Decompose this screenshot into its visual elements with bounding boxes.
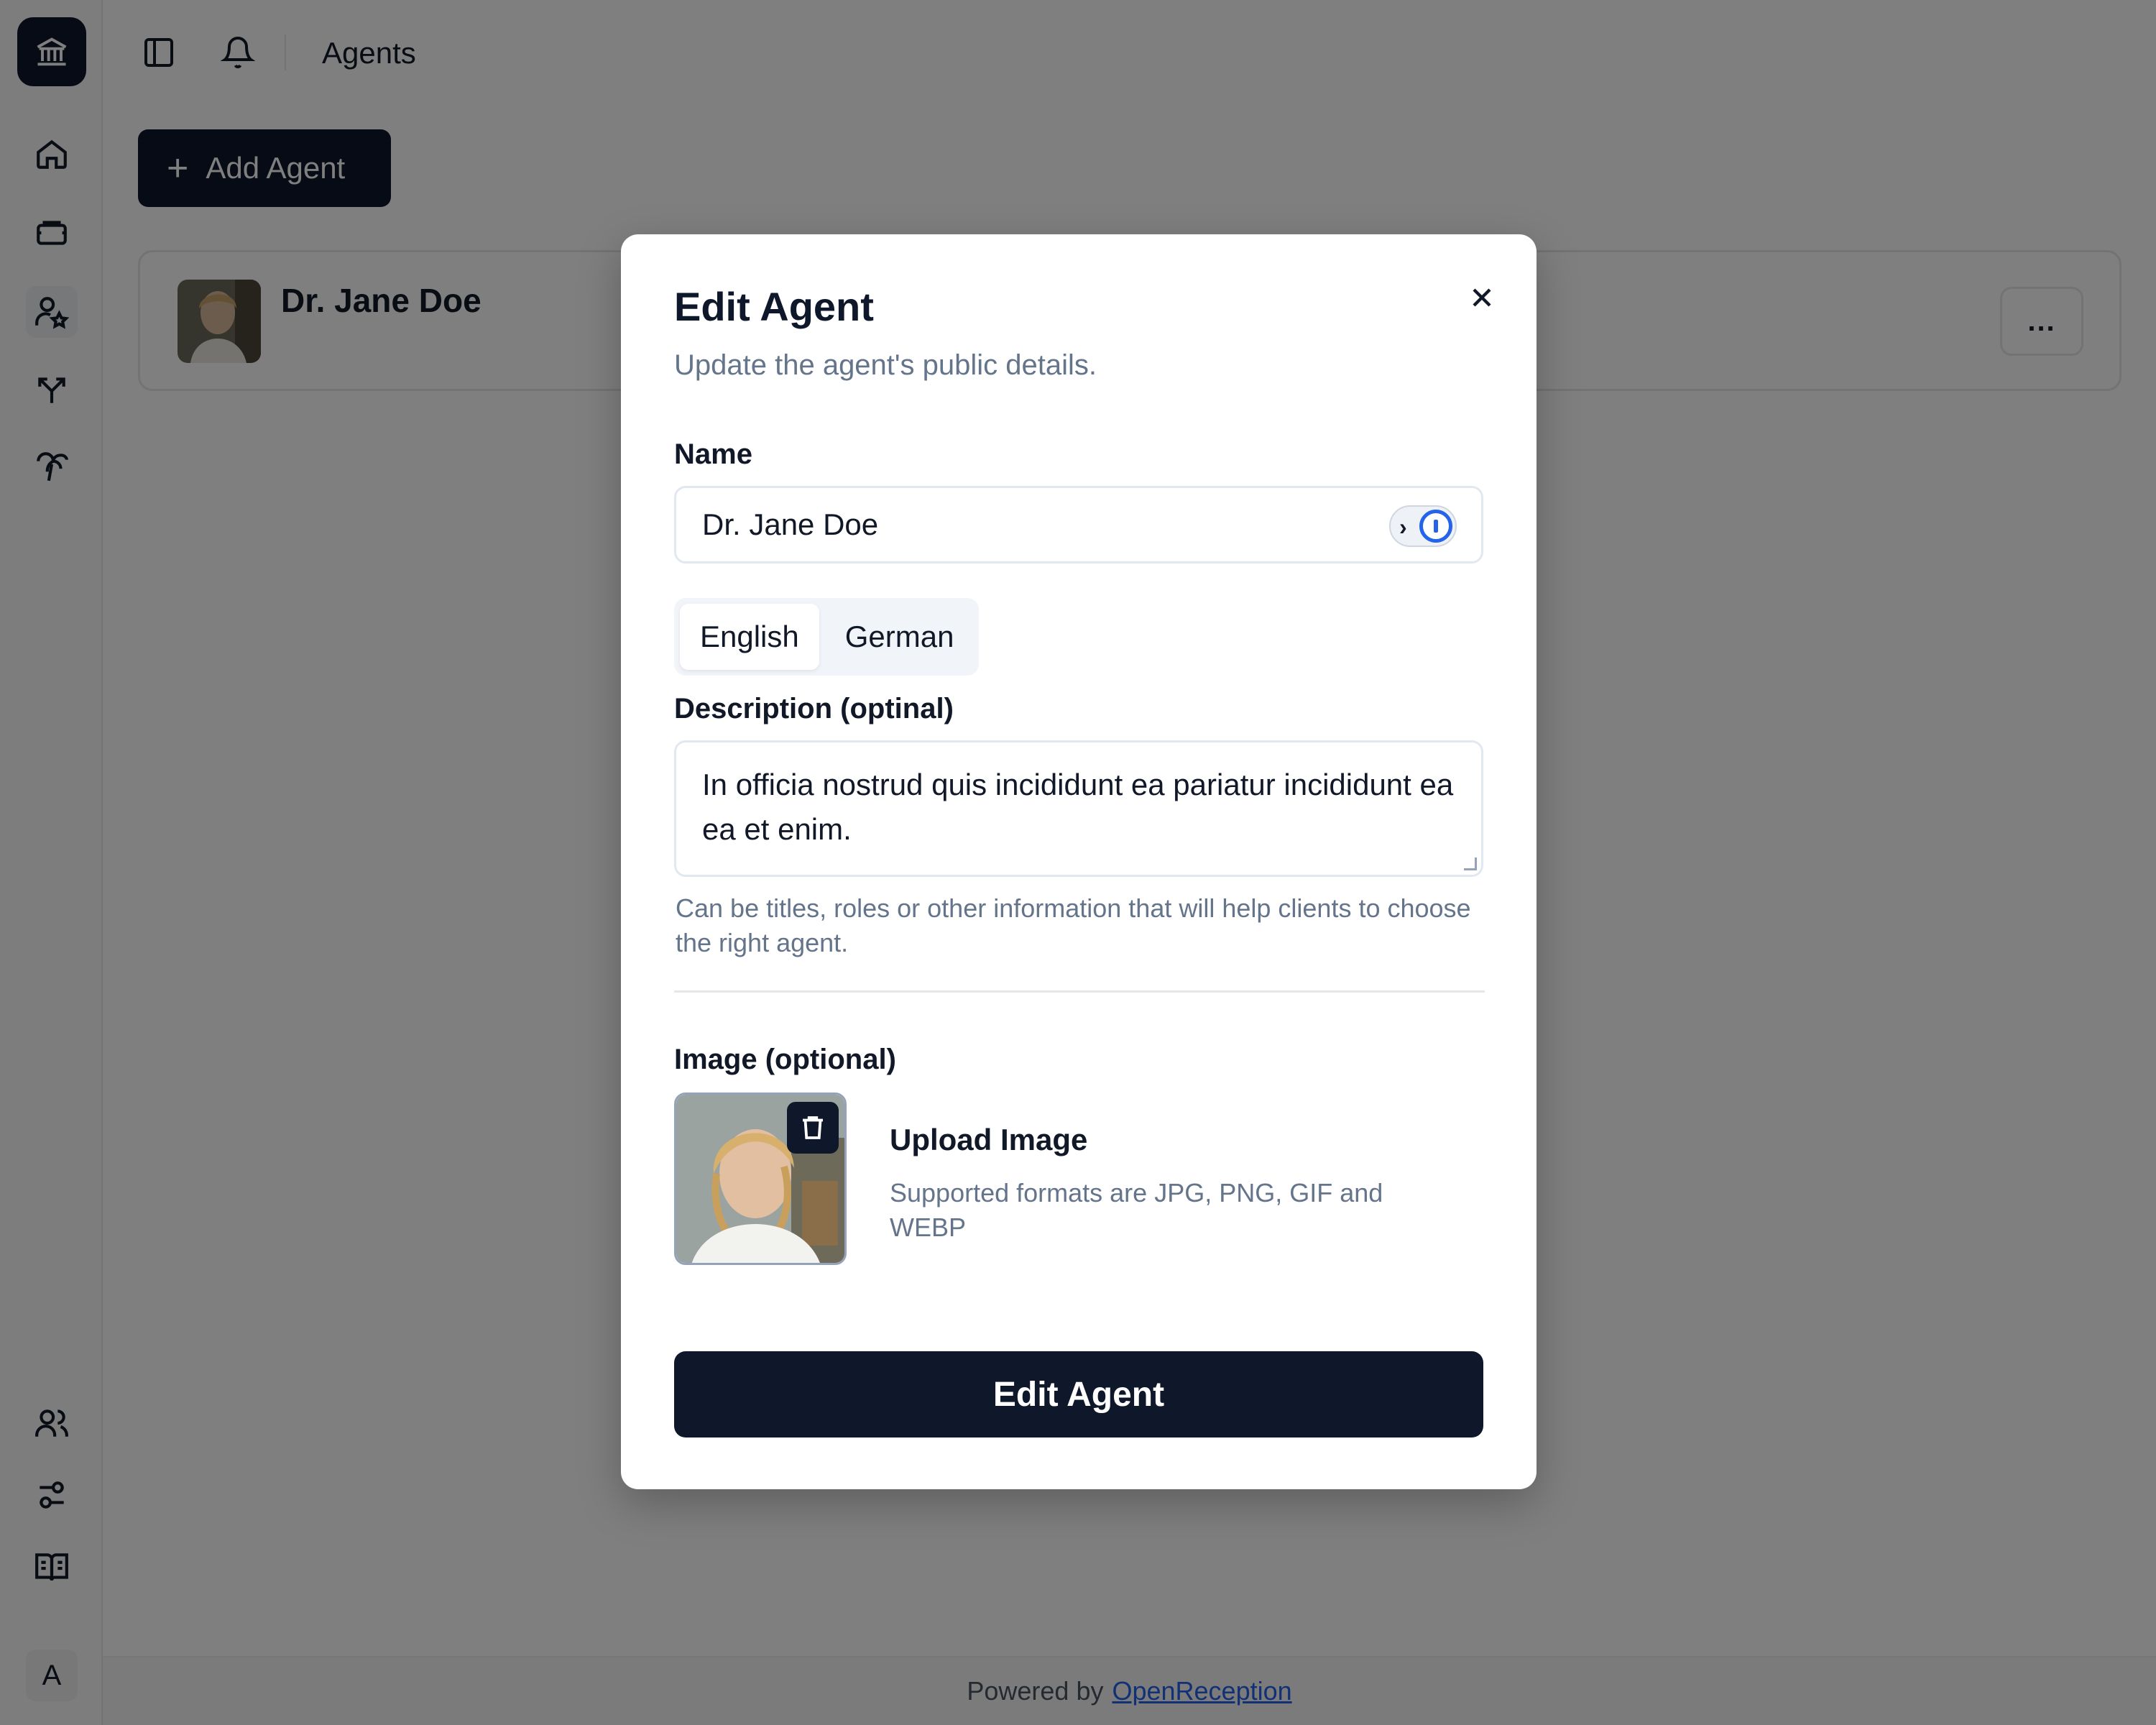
dialog-title: Edit Agent [674, 284, 874, 329]
close-button[interactable] [1456, 272, 1508, 323]
tab-english[interactable]: English [680, 604, 819, 670]
upload-image-title[interactable]: Upload Image [890, 1123, 1087, 1157]
description-label: Description (optinal) [674, 693, 954, 724]
image-label: Image (optional) [674, 1044, 896, 1075]
description-help: Can be titles, roles or other informatio… [676, 893, 1471, 957]
name-input[interactable]: Dr. Jane Doe › [674, 486, 1483, 564]
agent-image-preview[interactable] [674, 1092, 847, 1265]
description-value: In officia nostrud quis incididunt ea pa… [702, 768, 1454, 846]
name-label: Name [674, 438, 752, 470]
description-textarea[interactable]: In officia nostrud quis incididunt ea pa… [674, 740, 1483, 877]
trash-icon [803, 1116, 823, 1139]
close-icon [1473, 288, 1491, 307]
name-input-value: Dr. Jane Doe [702, 507, 879, 541]
edit-agent-submit-button[interactable]: Edit Agent [674, 1351, 1483, 1438]
edit-agent-dialog: Edit Agent Update the agent's public det… [621, 234, 1537, 1489]
delete-image-button[interactable] [787, 1102, 839, 1154]
upload-image-help: Supported formats are JPG, PNG, GIF and … [890, 1178, 1383, 1242]
dialog-subtitle: Update the agent's public details. [674, 349, 1097, 381]
password-manager-icon[interactable]: › [1389, 505, 1457, 547]
resize-handle[interactable] [1464, 857, 1477, 870]
language-tabs: English German [674, 598, 979, 676]
section-divider [674, 990, 1485, 993]
tab-german[interactable]: German [825, 604, 975, 670]
